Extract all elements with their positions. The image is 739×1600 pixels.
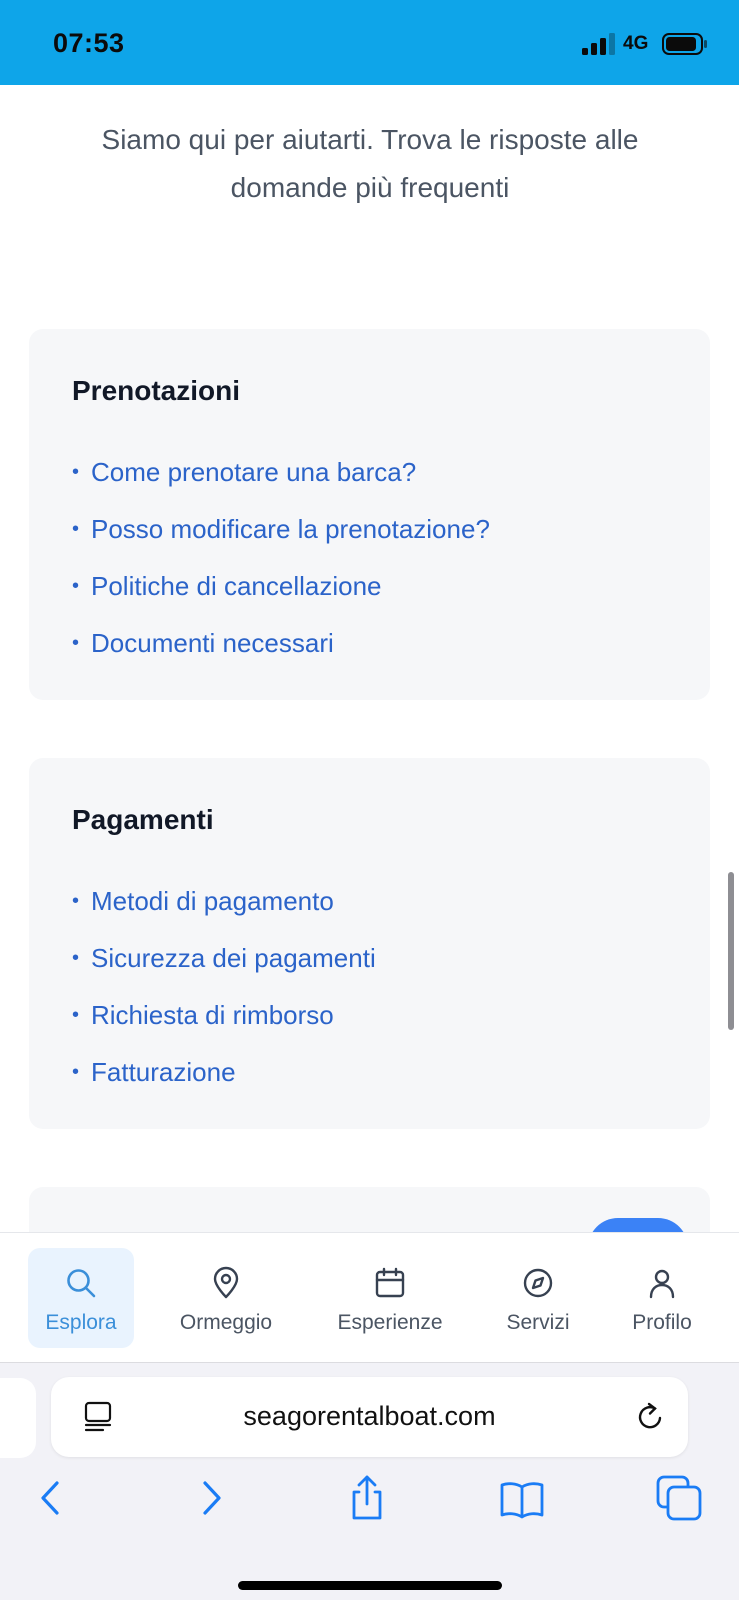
bullet: •	[72, 1004, 80, 1026]
bottom-nav: Esplora Ormeggio Esperienze Servizi Prof…	[0, 1232, 739, 1362]
faq-link-label: Politiche di cancellazione	[91, 571, 382, 601]
faq-link[interactable]: • Posso modificare la prenotazione?	[72, 501, 490, 558]
faq-link-label: Documenti necessari	[91, 628, 334, 658]
forward-button[interactable]	[186, 1473, 236, 1523]
address-bar[interactable]: seagorentalboat.com	[51, 1377, 688, 1457]
nav-label: Esperienze	[337, 1311, 443, 1334]
faq-link[interactable]: • Come prenotare una barca?	[72, 444, 490, 501]
network-type: 4G	[623, 33, 649, 54]
faq-link[interactable]: • Fatturazione	[72, 1044, 376, 1101]
scrollbar[interactable]	[728, 872, 734, 1030]
nav-item-profilo[interactable]: Profilo	[612, 1248, 712, 1348]
forward-icon	[203, 1481, 221, 1515]
faq-list: • Come prenotare una barca? • Posso modifi…	[72, 444, 490, 672]
bullet: •	[72, 890, 80, 912]
back-button[interactable]	[26, 1473, 76, 1523]
previous-tab-preview[interactable]	[0, 1378, 36, 1458]
faq-link[interactable]: • Sicurezza dei pagamenti	[72, 930, 376, 987]
faq-list: • Metodi di pagamento • Sicurezza dei paga…	[72, 873, 376, 1101]
nav-item-servizi[interactable]: Servizi	[488, 1248, 588, 1348]
bullet: •	[72, 632, 80, 654]
map-pin-icon	[213, 1266, 239, 1299]
faq-link-label: Richiesta di rimborso	[91, 1000, 334, 1030]
nav-label: Esplora	[45, 1311, 117, 1334]
compass-icon	[523, 1268, 553, 1298]
reload-icon[interactable]	[633, 1399, 667, 1435]
signal-bars-icon	[582, 33, 615, 55]
url-text: seagorentalboat.com	[243, 1401, 496, 1431]
home-indicator	[238, 1581, 502, 1590]
section-title: Pagamenti	[72, 804, 214, 835]
faq-link-label: Sicurezza dei pagamenti	[91, 943, 376, 973]
nav-item-esplora[interactable]: Esplora	[28, 1248, 134, 1348]
status-bar: 07:53 4G	[0, 0, 739, 85]
faq-section-pagamenti: Pagamenti • Metodi di pagamento • Sicurezz…	[29, 758, 710, 1129]
faq-link-label: Posso modificare la prenotazione?	[91, 514, 490, 544]
page-subtitle: Siamo qui per aiutarti. Trova le rispost…	[101, 124, 639, 203]
bullet: •	[72, 1061, 80, 1083]
nav-label: Servizi	[506, 1311, 570, 1334]
bullet: •	[72, 518, 80, 540]
nav-item-ormeggio[interactable]: Ormeggio	[165, 1248, 287, 1348]
user-icon	[649, 1269, 675, 1299]
section-title: Prenotazioni	[72, 375, 241, 406]
faq-link-label: Come prenotare una barca?	[91, 457, 417, 487]
nav-label: Profilo	[632, 1311, 692, 1334]
faq-link[interactable]: • Metodi di pagamento	[72, 873, 376, 930]
share-icon	[352, 1475, 382, 1520]
bullet: •	[72, 947, 80, 969]
tabs-icon	[656, 1475, 702, 1521]
faq-link[interactable]: • Politiche di cancellazione	[72, 558, 490, 615]
faq-section-prenotazioni: Prenotazioni • Come prenotare una barca? …	[29, 329, 710, 700]
tabs-button[interactable]	[654, 1473, 704, 1523]
battery-icon	[662, 33, 707, 55]
faq-link[interactable]: • Documenti necessari	[72, 615, 490, 672]
faq-link[interactable]: • Richiesta di rimborso	[72, 987, 376, 1044]
search-icon	[67, 1269, 96, 1298]
status-time: 07:53	[53, 28, 125, 58]
faq-link-label: Metodi di pagamento	[91, 886, 334, 916]
nav-label: Ormeggio	[179, 1311, 273, 1334]
bookmarks-button[interactable]	[497, 1473, 547, 1523]
calendar-icon	[375, 1267, 405, 1298]
bullet: •	[72, 461, 80, 483]
faq-link-label: Fatturazione	[91, 1057, 236, 1087]
bookmarks-icon	[500, 1482, 544, 1519]
nav-item-esperienze[interactable]: Esperienze	[322, 1248, 458, 1348]
bullet: •	[72, 575, 80, 597]
share-button[interactable]	[342, 1473, 392, 1523]
browser-toolbar: seagorentalboat.com	[0, 1362, 739, 1600]
back-icon	[41, 1481, 59, 1515]
